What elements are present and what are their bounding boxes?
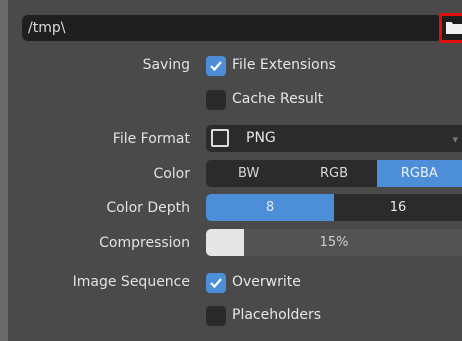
file-format-value: PNG	[246, 130, 276, 146]
folder-icon	[446, 22, 462, 34]
placeholders-checkbox[interactable]	[206, 306, 226, 326]
overwrite-label[interactable]: Overwrite	[232, 274, 301, 290]
image-icon	[211, 129, 229, 147]
color-depth-8-button[interactable]: 8	[206, 194, 334, 221]
compression-slider[interactable]: 15%	[206, 229, 462, 256]
output-path-value: /tmp\	[28, 20, 66, 36]
output-properties-panel: /tmp\ Saving File Extensions Cache Resul…	[8, 0, 462, 341]
cache-result-label[interactable]: Cache Result	[232, 91, 323, 107]
file-extensions-checkbox[interactable]	[206, 56, 226, 76]
file-extensions-label[interactable]: File Extensions	[232, 57, 336, 73]
color-depth-selector: 8 16	[206, 194, 462, 221]
compression-value: 15%	[319, 235, 349, 250]
color-rgba-button[interactable]: RGBA	[376, 160, 462, 187]
placeholders-label[interactable]: Placeholders	[232, 307, 321, 323]
file-format-label: File Format	[112, 131, 190, 147]
browse-folder-button[interactable]	[439, 13, 462, 43]
color-mode-selector: BW RGB RGBA	[206, 160, 462, 187]
image-sequence-label: Image Sequence	[72, 274, 190, 290]
checkmark-icon	[210, 278, 222, 289]
output-path-field[interactable]: /tmp\	[22, 15, 442, 41]
color-label: Color	[153, 166, 190, 182]
color-depth-16-button[interactable]: 16	[334, 194, 462, 221]
file-format-dropdown[interactable]: PNG ▾	[206, 125, 462, 152]
cache-result-checkbox[interactable]	[206, 90, 226, 110]
color-bw-button[interactable]: BW	[206, 160, 291, 187]
chevron-down-icon: ▾	[452, 133, 458, 146]
overwrite-checkbox[interactable]	[206, 273, 226, 293]
color-rgb-button[interactable]: RGB	[291, 160, 376, 187]
checkmark-icon	[210, 61, 222, 72]
saving-label: Saving	[142, 57, 190, 73]
color-depth-label: Color Depth	[106, 200, 190, 216]
compression-label: Compression	[99, 235, 190, 251]
